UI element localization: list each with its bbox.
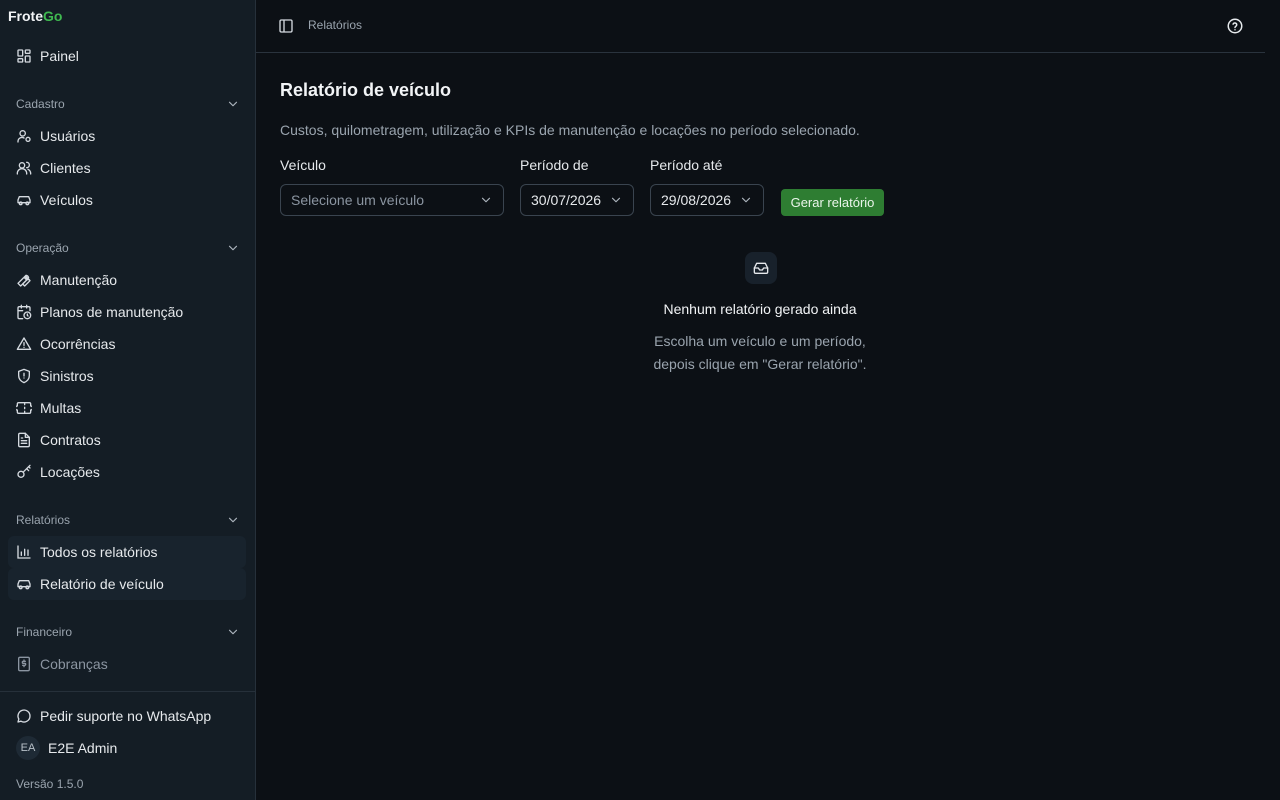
sidebar-item-label: Sinistros [40, 368, 94, 384]
empty-state-description: Escolha um veículo e um período, depois … [560, 330, 960, 376]
sidebar-item-locacoes[interactable]: Locações [8, 456, 246, 488]
sidebar-item-painel[interactable]: Painel [8, 40, 246, 72]
sidebar-item-label: Clientes [40, 160, 91, 176]
brand-name-part1: Frote [8, 8, 43, 24]
user-name: E2E Admin [48, 740, 118, 756]
section-label: Relatórios [16, 513, 71, 527]
version-label: Versão 1.5.0 [16, 777, 84, 791]
user-menu[interactable]: EA E2E Admin [16, 736, 117, 760]
page-title: Relatório de veículo [280, 80, 452, 100]
wrench-icon [16, 272, 32, 288]
sidebar-item-label: Manutenção [40, 272, 118, 288]
ticket-icon [16, 400, 32, 416]
sidebar-item-todos-relatorios[interactable]: Todos os relatórios [8, 536, 246, 568]
chevron-down-icon [226, 97, 240, 111]
section-operacao[interactable]: Operação [16, 240, 240, 256]
sidebar-item-label: Multas [40, 400, 82, 416]
whatsapp-support-link[interactable]: Pedir suporte no WhatsApp [8, 700, 246, 732]
page-subtitle: Custos, quilometragem, utilização e KPIs… [280, 122, 860, 138]
topbar: Relatórios [256, 0, 1265, 53]
sidebar-item-relatorio-veiculo[interactable]: Relatório de veículo [8, 568, 246, 600]
vehicle-select-value: Selecione um veículo [291, 192, 425, 208]
sidebar-item-label: Veículos [40, 192, 93, 208]
users-icon [16, 160, 32, 176]
sidebar-item-clientes[interactable]: Clientes [8, 152, 246, 184]
calendar-clock-icon [16, 304, 32, 320]
inbox-icon [745, 252, 777, 284]
shield-icon [16, 368, 32, 384]
chevron-down-icon [226, 625, 240, 639]
car-icon [16, 576, 32, 592]
chevron-down-icon [226, 241, 240, 255]
sidebar-item-ocorrencias[interactable]: Ocorrências [8, 328, 246, 360]
period-to-label: Período até [650, 157, 723, 173]
dashboard-icon [16, 48, 32, 64]
sidebar-item-label: Planos de manutenção [40, 304, 184, 320]
sidebar-item-label: Cobranças [40, 656, 108, 672]
sidebar: FroteGo Painel Cadastro Usuários Cliente… [0, 0, 256, 800]
vehicle-select[interactable]: Selecione um veículo [280, 184, 504, 216]
brand-logo[interactable]: FroteGo [8, 8, 62, 24]
sidebar-item-label: Contratos [40, 432, 101, 448]
chevron-down-icon [739, 193, 753, 207]
empty-state-line-2: depois clique em "Gerar relatório". [653, 356, 867, 372]
help-icon[interactable] [1226, 17, 1244, 35]
period-to-value: 29/08/2026 [661, 192, 732, 208]
sidebar-toggle-icon[interactable] [278, 18, 294, 34]
section-financeiro[interactable]: Financeiro [16, 624, 240, 640]
sidebar-item-usuarios[interactable]: Usuários [8, 120, 246, 152]
sidebar-item-cobrancas[interactable]: Cobranças [8, 648, 246, 680]
empty-state-title: Nenhum relatório gerado ainda [663, 301, 857, 317]
vehicle-label: Veículo [280, 157, 326, 173]
section-relatorios[interactable]: Relatórios [16, 512, 240, 528]
chevron-down-icon [609, 193, 623, 207]
section-label: Operação [16, 241, 69, 255]
sidebar-item-label: Todos os relatórios [40, 544, 158, 560]
period-from-value: 30/07/2026 [531, 192, 602, 208]
sidebar-item-veiculos[interactable]: Veículos [8, 184, 246, 216]
user-icon [16, 128, 32, 144]
car-icon [16, 192, 32, 208]
generate-report-button[interactable]: Gerar relatório [781, 189, 884, 216]
section-label: Cadastro [16, 97, 65, 111]
sidebar-item-label: Usuários [40, 128, 96, 144]
sidebar-item-label: Painel [40, 48, 79, 64]
avatar: EA [16, 736, 40, 760]
breadcrumb[interactable]: Relatórios [308, 18, 362, 32]
alert-triangle-icon [16, 336, 32, 352]
chat-icon [16, 708, 32, 724]
sidebar-item-label: Relatório de veículo [40, 576, 164, 592]
chevron-down-icon [479, 193, 493, 207]
sidebar-item-manutencao[interactable]: Manutenção [8, 264, 246, 296]
receipt-icon [16, 656, 32, 672]
sidebar-item-label: Locações [40, 464, 100, 480]
bar-chart-icon [16, 544, 32, 560]
sidebar-item-planos-manutencao[interactable]: Planos de manutenção [8, 296, 246, 328]
sidebar-item-multas[interactable]: Multas [8, 392, 246, 424]
section-cadastro[interactable]: Cadastro [16, 96, 240, 112]
sidebar-item-label: Ocorrências [40, 336, 116, 352]
sidebar-item-contratos[interactable]: Contratos [8, 424, 246, 456]
support-label: Pedir suporte no WhatsApp [40, 708, 212, 724]
brand-name-part2: Go [43, 8, 63, 24]
section-label: Financeiro [16, 625, 73, 639]
period-from-select[interactable]: 30/07/2026 [520, 184, 634, 216]
empty-state-line-1: Escolha um veículo e um período, [654, 333, 866, 349]
file-text-icon [16, 432, 32, 448]
key-icon [16, 464, 32, 480]
period-to-select[interactable]: 29/08/2026 [650, 184, 764, 216]
period-from-label: Período de [520, 157, 589, 173]
chevron-down-icon [226, 513, 240, 527]
sidebar-item-sinistros[interactable]: Sinistros [8, 360, 246, 392]
sidebar-divider [0, 691, 255, 692]
